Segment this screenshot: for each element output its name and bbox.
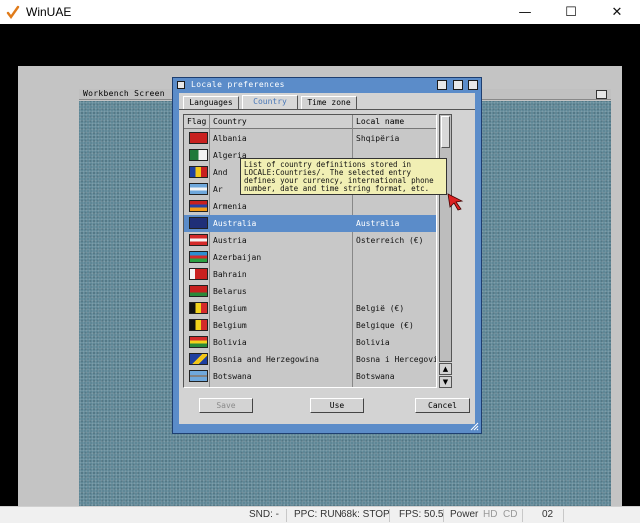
- row-local-name: Belgique (€): [356, 321, 414, 330]
- list-row[interactable]: Albania Shqipëria: [184, 130, 436, 147]
- minimize-button[interactable]: —: [502, 0, 548, 24]
- list-row[interactable]: Bolivia Bolivia: [184, 334, 436, 351]
- argentina-flag-icon: [189, 183, 208, 195]
- list-scrollbar[interactable]: [439, 114, 452, 362]
- use-button[interactable]: Use: [310, 398, 364, 413]
- locale-preferences-window: Locale preferences Languages Country Tim…: [172, 77, 482, 434]
- maximize-button[interactable]: ☐: [548, 0, 594, 24]
- row-country: Bosnia and Herzegowina: [213, 355, 319, 364]
- row-local-name: Bosna i Hercegovi: [356, 355, 436, 364]
- depth-gadget[interactable]: [468, 80, 478, 90]
- window-titlebar: WinUAE — ☐ ✕: [0, 0, 640, 24]
- list-row[interactable]: Armenia: [184, 198, 436, 215]
- cancel-button[interactable]: Cancel: [415, 398, 470, 413]
- row-local-name: Botswana: [356, 372, 395, 381]
- row-country: Belgium: [213, 304, 247, 313]
- australia-flag-icon: [189, 217, 208, 229]
- list-row[interactable]: Bosnia and Herzegowina Bosna i Hercegovi: [184, 351, 436, 368]
- status-sound: SND: -: [249, 509, 279, 520]
- row-country: Belgium: [213, 321, 247, 330]
- row-country: Austria: [213, 236, 247, 245]
- column-header-country[interactable]: Country: [213, 117, 247, 126]
- row-local-name: Shqipëria: [356, 134, 400, 143]
- list-row[interactable]: Belarus: [184, 283, 436, 300]
- tab-time-zone[interactable]: Time zone: [301, 96, 357, 109]
- status-divider: [286, 509, 287, 522]
- list-row[interactable]: Botswana Botswana: [184, 368, 436, 385]
- row-local-name: Bolivia: [356, 338, 390, 347]
- status-divider: [563, 509, 564, 522]
- locale-body: Languages Country Time zone Flag Country…: [179, 93, 475, 424]
- status-drive: 02: [542, 509, 554, 520]
- window-title: WinUAE: [26, 5, 72, 19]
- column-header-local-name[interactable]: Local name: [356, 117, 404, 126]
- list-row-selected[interactable]: Australia Australia: [184, 215, 436, 232]
- zoom-gadget[interactable]: [453, 80, 463, 90]
- scroll-down-button[interactable]: ▼: [439, 376, 452, 388]
- help-tooltip: List of country definitions stored in LO…: [240, 158, 447, 195]
- row-country: Albania: [213, 134, 247, 143]
- close-button[interactable]: ✕: [594, 0, 640, 24]
- row-country: And: [213, 168, 228, 177]
- bahrain-flag-icon: [189, 268, 208, 280]
- status-ppc: PPC: RUN: [294, 509, 342, 520]
- winuae-logo-icon: [6, 5, 20, 19]
- andorra-flag-icon: [189, 166, 208, 178]
- bolivia-flag-icon: [189, 336, 208, 348]
- row-country: Ar: [213, 185, 223, 194]
- mouse-pointer-icon: [447, 193, 464, 211]
- status-fps: FPS: 50.5: [399, 509, 444, 520]
- country-list[interactable]: Flag Country Local name Albania Shqipëri…: [183, 114, 437, 388]
- belgium-flag-icon: [189, 302, 208, 314]
- austria-flag-icon: [189, 234, 208, 246]
- list-row[interactable]: Bahrain: [184, 266, 436, 283]
- row-country: Bahrain: [213, 270, 247, 279]
- albania-flag-icon: [189, 132, 208, 144]
- workbench-screen-title: Workbench Screen: [83, 89, 165, 98]
- armenia-flag-icon: [189, 200, 208, 212]
- locale-titlebar[interactable]: Locale preferences: [173, 78, 481, 92]
- window-close-gadget[interactable]: [177, 81, 185, 89]
- status-cd: CD: [503, 509, 518, 520]
- azerbaijan-flag-icon: [189, 251, 208, 263]
- row-country: Armenia: [213, 202, 247, 211]
- list-row[interactable]: Austria Österreich (€): [184, 232, 436, 249]
- status-power: Power: [450, 509, 479, 520]
- status-divider: [389, 509, 390, 522]
- status-bar: SND: - PPC: RUN 68k: STOP FPS: 50.5 Powe…: [0, 506, 640, 523]
- row-country: Australia: [213, 219, 257, 228]
- row-country: Belarus: [213, 287, 247, 296]
- row-country: Botswana: [213, 372, 252, 381]
- iconify-gadget[interactable]: [437, 80, 447, 90]
- list-row[interactable]: Azerbaijan: [184, 249, 436, 266]
- list-row[interactable]: Belgium Belgique (€): [184, 317, 436, 334]
- save-button[interactable]: Save: [199, 398, 253, 413]
- row-local-name: Österreich (€): [356, 236, 424, 245]
- botswana-flag-icon: [189, 370, 208, 382]
- resize-grip-icon[interactable]: [470, 422, 479, 431]
- row-local-name: België (€): [356, 304, 405, 313]
- tab-languages[interactable]: Languages: [183, 96, 239, 109]
- tab-divider: [179, 109, 475, 110]
- belgium-flag-icon: [189, 319, 208, 331]
- bosnia-flag-icon: [189, 353, 208, 365]
- tooltip-line: number, date and time string format, etc…: [244, 184, 430, 193]
- row-country: Bolivia: [213, 338, 247, 347]
- locale-window-title: Locale preferences: [191, 80, 285, 89]
- row-local-name: Australia: [356, 219, 400, 228]
- status-68k: 68k: STOP: [341, 509, 390, 520]
- status-hd: HD: [483, 509, 498, 520]
- column-header-flag[interactable]: Flag: [187, 117, 206, 126]
- screen-depth-gadget[interactable]: [596, 90, 607, 99]
- algeria-flag-icon: [189, 149, 208, 161]
- row-country: Azerbaijan: [213, 253, 262, 262]
- scrollbar-knob[interactable]: [441, 116, 450, 148]
- belarus-flag-icon: [189, 285, 208, 297]
- list-row[interactable]: Belgium België (€): [184, 300, 436, 317]
- status-divider: [522, 509, 523, 522]
- status-divider: [443, 509, 444, 522]
- list-header: Flag Country Local name: [184, 115, 436, 129]
- scroll-up-button[interactable]: ▲: [439, 363, 452, 375]
- tab-country[interactable]: Country: [242, 95, 298, 110]
